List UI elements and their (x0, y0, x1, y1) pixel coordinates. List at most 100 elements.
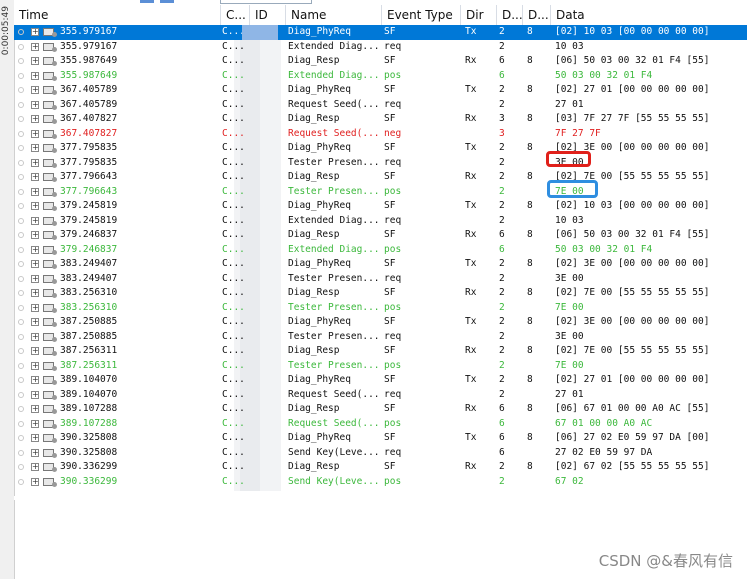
toolbar-filter-box[interactable] (220, 0, 312, 4)
table-row[interactable]: +377.795835 C... Diag_PhyReq SF Tx 2 8 [02] 3E … (14, 141, 747, 156)
row-marker[interactable] (18, 203, 24, 209)
expand-icon[interactable]: + (31, 100, 39, 109)
table-row[interactable]: +383.256310 C... Tester Presen... pos 2 7E 00 (14, 301, 747, 316)
toolbar-button-b[interactable] (160, 0, 174, 3)
expand-icon[interactable]: + (31, 434, 39, 442)
table-row[interactable]: +367.407827 C... Request Seed(... neg 3 7F 27… (14, 127, 747, 142)
table-row[interactable]: +390.325808 C... Diag_PhyReq SF Tx 6 8 [06] 27 … (14, 431, 747, 446)
expand-icon[interactable]: + (31, 390, 39, 399)
expand-icon[interactable]: + (31, 405, 39, 413)
column-header-event-type[interactable]: Event Type (382, 5, 461, 25)
expand-icon[interactable]: + (31, 303, 39, 312)
table-row[interactable]: +355.987649 C... Diag_Resp SF Rx 6 8 [06] 50 03… (14, 54, 747, 69)
column-header-data[interactable]: Data (551, 5, 747, 25)
table-row[interactable]: +387.256311 C... Diag_Resp SF Rx 2 8 [02] 7E 00… (14, 344, 747, 359)
expand-icon[interactable]: + (31, 173, 39, 181)
row-marker[interactable] (18, 246, 24, 253)
column-header-channel[interactable]: C... (221, 5, 250, 25)
expand-icon[interactable]: + (31, 71, 39, 80)
expand-icon[interactable]: + (31, 463, 39, 471)
expand-icon[interactable]: + (31, 231, 39, 239)
table-row[interactable]: +383.249407 C... Diag_PhyReq SF Tx 2 8 [02] 3E … (14, 257, 747, 272)
expand-icon[interactable]: + (31, 115, 39, 123)
row-marker[interactable] (18, 304, 24, 311)
table-row[interactable]: +387.250885 C... Diag_PhyReq SF Tx 2 8 [02] 3E … (14, 315, 747, 330)
row-marker[interactable] (18, 420, 24, 427)
row-marker[interactable] (18, 319, 24, 325)
table-row[interactable]: +390.325808 C... Send Key(Leve... req 6 27 02… (14, 446, 747, 461)
table-row[interactable]: +379.246837 C... Extended Diag... pos 6 50 03… (14, 243, 747, 258)
row-marker[interactable] (18, 261, 24, 267)
expand-icon[interactable]: + (31, 202, 39, 210)
row-marker[interactable] (18, 159, 24, 166)
table-row[interactable]: +377.796643 C... Tester Presen... pos 2 7E 00 (14, 185, 747, 200)
expand-icon[interactable]: + (31, 376, 39, 384)
row-marker[interactable] (18, 188, 24, 195)
row-marker[interactable] (18, 130, 24, 137)
row-marker[interactable] (18, 275, 24, 282)
table-row[interactable]: +389.107288 C... Diag_Resp SF Rx 6 8 [06] 67 01… (14, 402, 747, 417)
expand-icon[interactable]: + (31, 448, 39, 457)
expand-icon[interactable]: + (31, 144, 39, 152)
row-marker[interactable] (18, 478, 24, 485)
expand-icon[interactable]: + (31, 86, 39, 94)
table-row[interactable]: +383.249407 C... Tester Presen... req 2 3E 00 (14, 272, 747, 287)
expand-icon[interactable]: + (31, 28, 39, 36)
expand-icon[interactable]: + (31, 332, 39, 341)
row-marker[interactable] (18, 464, 24, 470)
row-marker[interactable] (18, 72, 24, 79)
table-row[interactable]: +390.336299 C... Diag_Resp SF Rx 2 8 [02] 67 02… (14, 460, 747, 475)
row-marker[interactable] (18, 391, 24, 398)
table-row[interactable]: +355.987649 C... Extended Diag... pos 6 50 03… (14, 69, 747, 84)
expand-icon[interactable]: + (31, 477, 39, 486)
expand-icon[interactable]: + (31, 216, 39, 225)
row-marker[interactable] (18, 232, 24, 238)
expand-icon[interactable]: + (31, 129, 39, 138)
toolbar-button-a[interactable] (140, 0, 154, 3)
table-row[interactable]: +355.979167 C... Extended Diag... req 2 10 03 (14, 40, 747, 55)
expand-icon[interactable]: + (31, 318, 39, 326)
column-header-dir[interactable]: Dir (461, 5, 497, 25)
row-marker[interactable] (18, 406, 24, 412)
table-row[interactable]: +389.104070 C... Diag_PhyReq SF Tx 2 8 [02] 27 … (14, 373, 747, 388)
row-marker[interactable] (18, 29, 24, 35)
column-header-id[interactable]: ID (250, 5, 286, 25)
expand-icon[interactable]: + (31, 42, 39, 51)
table-row[interactable]: +383.256310 C... Diag_Resp SF Rx 2 8 [02] 7E 00… (14, 286, 747, 301)
row-marker[interactable] (18, 145, 24, 151)
row-marker[interactable] (18, 362, 24, 369)
table-row[interactable]: +387.256311 C... Tester Presen... pos 2 7E 00 (14, 359, 747, 374)
expand-icon[interactable]: + (31, 245, 39, 254)
table-row[interactable]: +367.405789 C... Request Seed(... req 2 27 01 (14, 98, 747, 113)
column-header-time[interactable]: Time (14, 5, 221, 25)
row-marker[interactable] (18, 217, 24, 224)
expand-icon[interactable]: + (31, 187, 39, 196)
table-row[interactable]: +379.246837 C... Diag_Resp SF Rx 6 8 [06] 50 03… (14, 228, 747, 243)
expand-icon[interactable]: + (31, 289, 39, 297)
expand-icon[interactable]: + (31, 347, 39, 355)
row-marker[interactable] (18, 101, 24, 108)
row-marker[interactable] (18, 43, 24, 50)
table-row[interactable]: +379.245819 C... Extended Diag... req 2 10 03 (14, 214, 747, 229)
row-marker[interactable] (18, 87, 24, 93)
expand-icon[interactable]: + (31, 361, 39, 370)
row-marker[interactable] (18, 449, 24, 456)
expand-icon[interactable]: + (31, 158, 39, 167)
column-header-dlc[interactable]: D... (497, 5, 523, 25)
column-header-name[interactable]: Name (286, 5, 382, 25)
row-marker[interactable] (18, 174, 24, 180)
row-marker[interactable] (18, 435, 24, 441)
row-marker[interactable] (18, 290, 24, 296)
expand-icon[interactable]: + (31, 419, 39, 428)
row-marker[interactable] (18, 58, 24, 64)
table-row[interactable]: +377.795835 C... Tester Presen... req 2 3E 00 (14, 156, 747, 171)
expand-icon[interactable]: + (31, 274, 39, 283)
expand-icon[interactable]: + (31, 57, 39, 65)
table-row[interactable]: +377.796643 C... Diag_Resp SF Rx 2 8 [02] 7E 00… (14, 170, 747, 185)
table-row[interactable]: +355.979167 C... Diag_PhyReq SF Tx 2 8 [02] 10 … (14, 25, 747, 40)
table-row[interactable]: +387.250885 C... Tester Presen... req 2 3E 00 (14, 330, 747, 345)
row-marker[interactable] (18, 116, 24, 122)
table-row[interactable]: +389.107288 C... Request Seed(... pos 6 67 01… (14, 417, 747, 432)
table-row[interactable]: +367.407827 C... Diag_Resp SF Rx 3 8 [03] 7F 27… (14, 112, 747, 127)
expand-icon[interactable]: + (31, 260, 39, 268)
